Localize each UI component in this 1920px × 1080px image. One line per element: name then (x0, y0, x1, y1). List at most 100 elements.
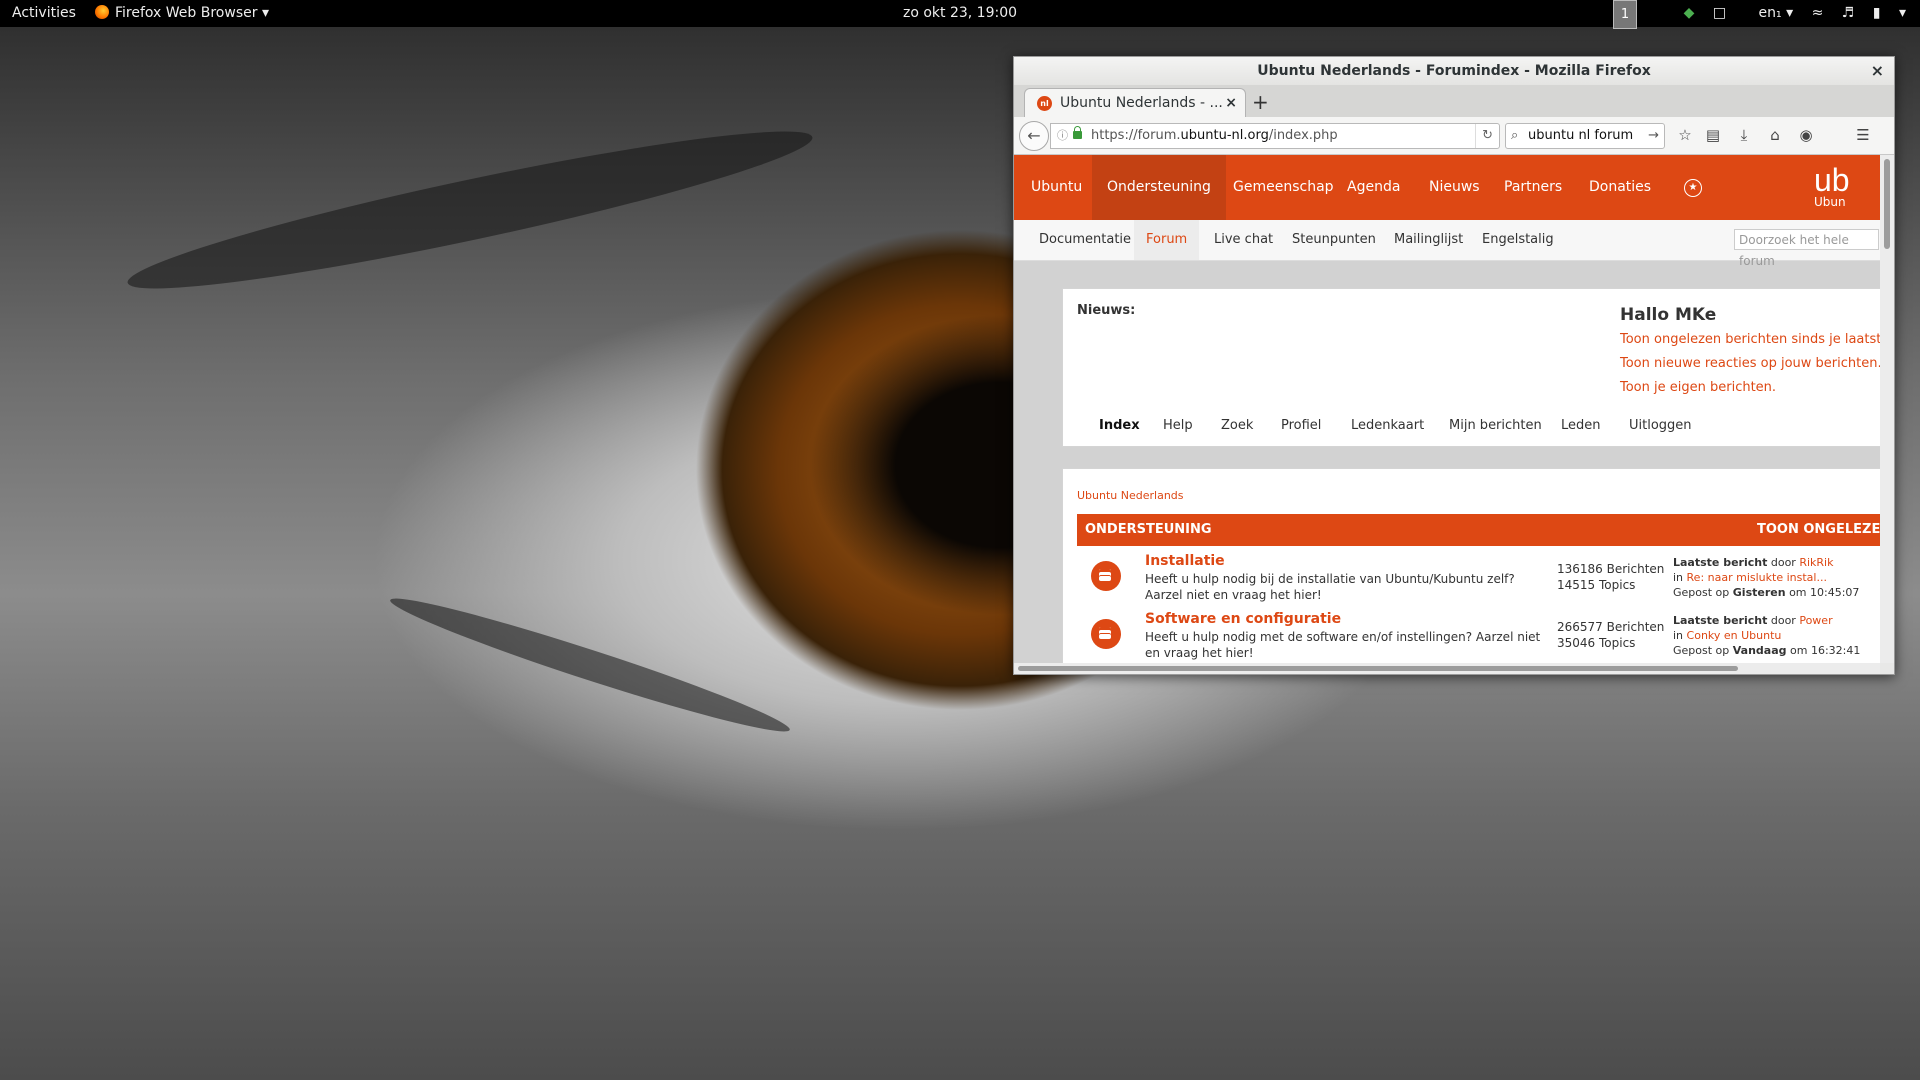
system-tray[interactable]: ◆ □ en₁ ▾ ≈ ♬ ▮ ▾ (1670, 0, 1906, 27)
subnav-documentatie[interactable]: Documentatie (1027, 220, 1143, 260)
board-stats: 136186 Berichten 14515 Topics (1557, 561, 1664, 593)
scrollbar-thumb[interactable] (1884, 159, 1890, 249)
last-post-in: in (1673, 629, 1684, 642)
tab-strip: nl Ubuntu Nederlands - ... × + (1014, 85, 1894, 118)
network-app-icon[interactable]: ◆ (1684, 5, 1695, 21)
back-icon[interactable]: ← (1019, 121, 1049, 151)
downloads-icon[interactable]: ⤓ (1731, 123, 1757, 147)
forumnav-profiel[interactable]: Profiel (1281, 418, 1321, 433)
board-row: Installatie Heeft u hulp nodig bij de in… (1077, 553, 1880, 609)
page-viewport: Ubuntu Ondersteuning Gemeenschap Agenda … (1014, 155, 1880, 663)
reload-icon[interactable]: ↻ (1475, 124, 1493, 148)
url-path: /index.php (1268, 128, 1338, 143)
board-topics: 14515 Topics (1557, 578, 1636, 592)
last-post-label: Laatste bericht (1673, 556, 1768, 569)
last-post-by: door (1770, 614, 1796, 627)
mainnav-partners[interactable]: Partners (1489, 155, 1577, 220)
board-description: Heeft u hulp nodig met de software en/of… (1145, 630, 1541, 660)
volume-icon[interactable]: ♬ (1842, 5, 1855, 21)
wifi-icon[interactable]: ≈ (1812, 5, 1824, 21)
mainnav-gemeenschap[interactable]: Gemeenschap (1218, 155, 1349, 220)
mainnav-agenda[interactable]: Agenda (1332, 155, 1415, 220)
forumnav-leden[interactable]: Leden (1561, 418, 1601, 433)
mainnav-nieuws[interactable]: Nieuws (1414, 155, 1495, 220)
last-post-label: Laatste bericht (1673, 614, 1768, 627)
chevron-down-icon[interactable]: ▾ (1899, 5, 1906, 21)
category-title[interactable]: ONDERSTEUNING (1085, 514, 1212, 546)
last-post-topic[interactable]: Re: naar mislukte instal... (1687, 571, 1827, 584)
forumnav-mijn-berichten[interactable]: Mijn berichten (1449, 418, 1542, 433)
top-bar: Activities Firefox Web Browser ▾ zo okt … (0, 0, 1920, 29)
board-description: Heeft u hulp nodig bij de installatie va… (1145, 572, 1515, 602)
board-name[interactable]: Software en configuratie (1145, 611, 1341, 627)
mainnav-donaties[interactable]: Donaties (1574, 155, 1666, 220)
forumnav-uitloggen[interactable]: Uitloggen (1629, 418, 1692, 433)
last-post-day: Gisteren (1732, 586, 1786, 599)
last-post-posted: Gepost op (1673, 644, 1730, 657)
forumnav-zoek[interactable]: Zoek (1221, 418, 1253, 433)
close-icon[interactable]: × (1871, 57, 1884, 85)
forum-index: Ubuntu Nederlands ONDERSTEUNING TOON ONG… (1062, 468, 1880, 663)
last-post-topic[interactable]: Conky en Ubuntu (1687, 629, 1782, 642)
search-query: ubuntu nl forum (1528, 128, 1634, 143)
tab-close-icon[interactable]: × (1225, 89, 1237, 117)
user-greeting: Hallo MKe (1620, 305, 1717, 325)
ubuntu-logo[interactable]: ub Ubun (1814, 163, 1850, 209)
workspace-indicator[interactable]: 1 (1613, 0, 1637, 29)
url-prefix: https://forum. (1091, 128, 1181, 143)
subnav-engelstalig[interactable]: Engelstalig (1470, 220, 1566, 260)
mainnav-ubuntu[interactable]: Ubuntu (1016, 155, 1097, 220)
home-icon[interactable]: ⌂ (1762, 123, 1788, 147)
unread-posts-link[interactable]: Toon ongelezen berichten sinds je laatst… (1620, 332, 1880, 347)
search-icon: ⌕ (1511, 128, 1519, 143)
news-box: Nieuws: Hallo MKe Toon ongelezen bericht… (1062, 288, 1880, 447)
url-text: https://forum.ubuntu-nl.org/index.php (1091, 124, 1338, 148)
subnav-live-chat[interactable]: Live chat (1202, 220, 1285, 260)
new-replies-link[interactable]: Toon nieuwe reacties op jouw berichten. (1620, 356, 1880, 371)
forumnav-help[interactable]: Help (1163, 418, 1193, 433)
forumnav-ledenkaart[interactable]: Ledenkaart (1351, 418, 1424, 433)
mainnav-ondersteuning[interactable]: Ondersteuning (1092, 155, 1226, 220)
accessibility-icon[interactable]: ★ (1684, 179, 1702, 197)
bookmarks-menu-icon[interactable]: ▤ (1700, 123, 1726, 147)
favicon-icon: nl (1037, 96, 1052, 111)
battery-icon[interactable]: ▮ (1873, 5, 1881, 21)
board-topics: 35046 Topics (1557, 636, 1636, 650)
last-post-in: in (1673, 571, 1684, 584)
subnav-mailinglijst[interactable]: Mailinglijst (1382, 220, 1475, 260)
info-icon[interactable]: ⓘ (1057, 124, 1068, 148)
show-unread-link[interactable]: TOON ONGELEZE (1757, 514, 1880, 546)
horizontal-scrollbar[interactable] (1014, 663, 1880, 674)
last-post-author[interactable]: RikRik (1799, 556, 1833, 569)
board-last-post: Laatste bericht door Power in Conky en U… (1673, 613, 1860, 658)
scrollbar-thumb[interactable] (1018, 666, 1738, 671)
tab-ubuntu-nederlands[interactable]: nl Ubuntu Nederlands - ... × (1024, 88, 1246, 118)
ubuntu-main-nav: Ubuntu Ondersteuning Gemeenschap Agenda … (1014, 155, 1880, 220)
url-bar[interactable]: ⓘ https://forum.ubuntu-nl.org/index.php … (1050, 123, 1500, 149)
hamburger-menu-icon[interactable]: ☰ (1850, 123, 1876, 147)
lock-icon[interactable] (1073, 126, 1082, 139)
board-name[interactable]: Installatie (1145, 553, 1225, 569)
bookmark-star-icon[interactable]: ☆ (1672, 123, 1698, 147)
new-tab-icon[interactable]: + (1252, 87, 1269, 117)
window-title: Ubuntu Nederlands - Forumindex - Mozilla… (1257, 63, 1651, 79)
own-posts-link[interactable]: Toon je eigen berichten. (1620, 380, 1776, 395)
url-domain: ubuntu-nl.org (1180, 128, 1269, 143)
board-stats: 266577 Berichten 35046 Topics (1557, 619, 1664, 651)
vertical-scrollbar[interactable] (1880, 155, 1894, 663)
forumnav-index[interactable]: Index (1099, 418, 1140, 433)
forum-search-input[interactable]: Doorzoek het hele forum (1734, 229, 1879, 268)
category-header: ONDERSTEUNING TOON ONGELEZE (1077, 514, 1880, 546)
subnav-steunpunten[interactable]: Steunpunten (1280, 220, 1388, 260)
search-go-icon[interactable]: → (1648, 124, 1659, 148)
search-bar[interactable]: ⌕ ubuntu nl forum → (1505, 123, 1665, 149)
last-post-author[interactable]: Power (1799, 614, 1832, 627)
wallpaper-lash (121, 107, 819, 313)
subnav-forum[interactable]: Forum (1134, 220, 1200, 260)
window-titlebar[interactable]: Ubuntu Nederlands - Forumindex - Mozilla… (1014, 57, 1894, 85)
window-icon[interactable]: □ (1713, 5, 1726, 21)
keyboard-layout[interactable]: en₁ ▾ (1745, 5, 1794, 21)
pocket-icon[interactable]: ◉ (1793, 123, 1819, 147)
logo-subtext: Ubun (1814, 195, 1846, 209)
breadcrumb[interactable]: Ubuntu Nederlands (1077, 489, 1184, 502)
